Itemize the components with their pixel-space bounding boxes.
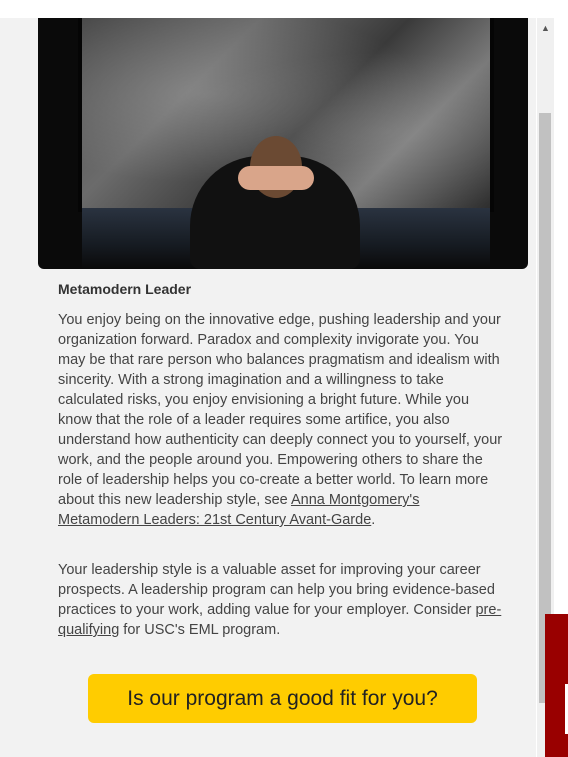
program-fit-button[interactable]: Is our program a good fit for you? [88,674,477,723]
hero-image [38,18,528,269]
side-tab[interactable] [545,614,568,757]
result-modal: Metamodern Leader You enjoy being on the… [0,18,536,757]
profile-title: Metamodern Leader [58,281,192,297]
profile-description: You enjoy being on the innovative edge, … [58,312,503,528]
career-paragraph: Your leadership style is a valuable asse… [58,562,502,638]
scroll-up-icon[interactable]: ▲ [537,22,554,34]
